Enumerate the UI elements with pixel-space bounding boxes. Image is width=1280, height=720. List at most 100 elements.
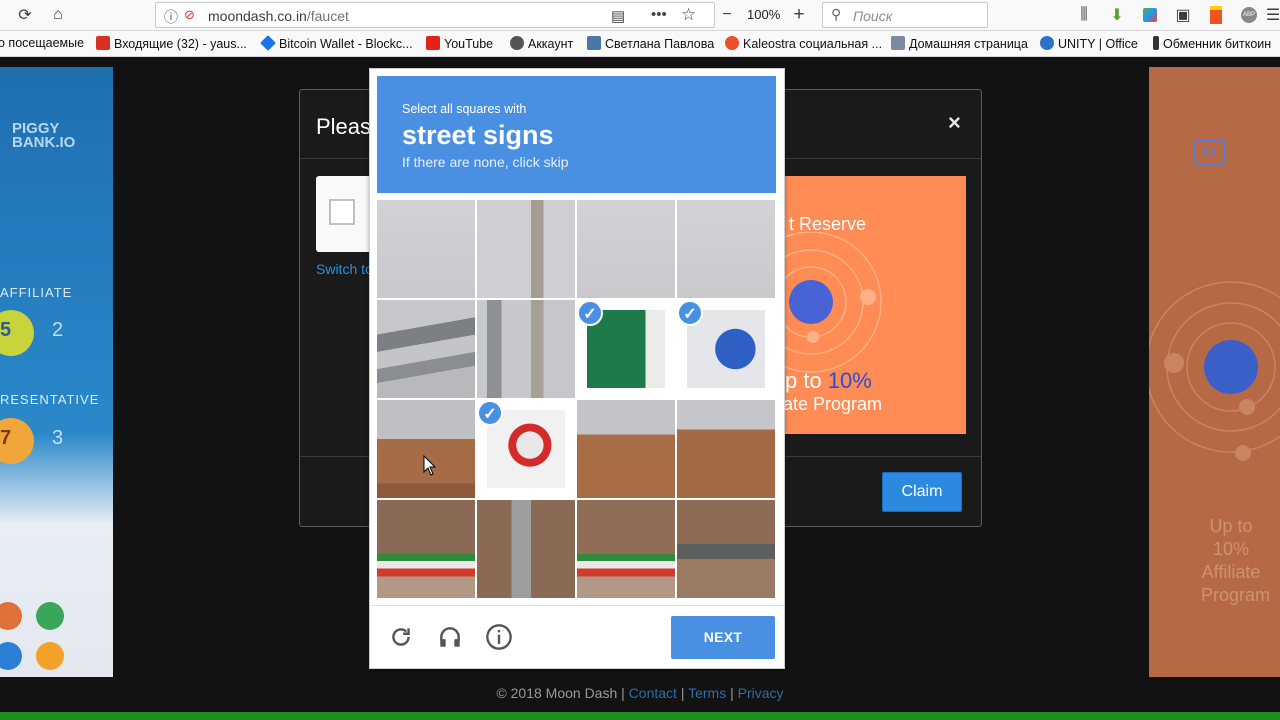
search-input[interactable]: ⚲ Поиск xyxy=(822,2,988,28)
search-placeholder: Поиск xyxy=(853,8,893,24)
tile-image xyxy=(577,500,675,598)
checkmark-icon: ✓ xyxy=(477,400,503,426)
extension-icon[interactable] xyxy=(1139,4,1161,26)
flag-icon[interactable] xyxy=(1205,4,1227,26)
bookmark-item[interactable]: Kaleostra социальная ... xyxy=(725,36,882,51)
image-grid: ✓ ✓ ✓ xyxy=(377,200,776,599)
ad-logo: PIGGY BANK.IO xyxy=(12,120,76,151)
page-actions-icon[interactable]: ••• xyxy=(651,6,667,23)
bookmark-item[interactable]: Аккаунт xyxy=(510,36,573,51)
next-button[interactable]: NEXT xyxy=(671,616,775,659)
representative-label: RESENTATIVE xyxy=(0,392,100,407)
affiliate-label: AFFILIATE xyxy=(0,285,73,300)
audio-icon[interactable] xyxy=(435,622,465,652)
menu-icon[interactable]: ☰ xyxy=(1262,4,1280,26)
reload-icon[interactable] xyxy=(386,622,416,652)
adblock-icon[interactable]: ABP xyxy=(1238,4,1260,26)
captcha-tile[interactable] xyxy=(677,200,775,298)
tile-image xyxy=(477,300,575,398)
ad-tagline: Up to 10% Affiliate Program xyxy=(1201,516,1271,605)
bookmark-item[interactable]: UNITY | Office xyxy=(1040,36,1138,51)
contact-link[interactable]: Contact xyxy=(629,685,677,701)
banner-upto: p to 10% xyxy=(785,368,872,393)
sidebar-icon[interactable]: ▣ xyxy=(1172,4,1194,26)
address-bar[interactable]: ⓘ ⊘ moondash.co.in/faucet ▤ ••• ☆ xyxy=(155,2,715,28)
instruction-text: Select all squares with xyxy=(402,102,527,116)
representative-value: 3 xyxy=(52,427,64,449)
terms-link[interactable]: Terms xyxy=(688,685,726,701)
challenge-header: Select all squares with street signs If … xyxy=(377,76,776,193)
bookmark-item[interactable]: YouTube xyxy=(426,36,493,51)
bookmarks-bar: о посещаемые Входящие (32) - yaus... Bit… xyxy=(0,31,1280,57)
target-object: street signs xyxy=(402,120,554,150)
close-icon[interactable]: × xyxy=(948,110,961,136)
taskbar xyxy=(0,712,1280,720)
info-icon[interactable] xyxy=(484,622,514,652)
bookmark-star-icon[interactable]: ☆ xyxy=(681,5,696,25)
home-icon[interactable]: ⌂ xyxy=(47,4,69,26)
bookmark-item[interactable]: Домашняя страница xyxy=(891,36,1028,51)
reload-icon[interactable]: ⟳ xyxy=(14,4,36,26)
blockchain-icon xyxy=(260,35,276,51)
captcha-tile[interactable]: ✓ xyxy=(477,400,575,498)
browser-toolbar: ⟳ ⌂ ⓘ ⊘ moondash.co.in/faucet ▤ ••• ☆ − … xyxy=(0,0,1280,31)
captcha-tile[interactable] xyxy=(477,300,575,398)
captcha-tile[interactable] xyxy=(377,500,475,598)
tile-image xyxy=(377,200,475,298)
zoom-in-icon[interactable]: + xyxy=(788,4,810,26)
captcha-tile[interactable]: ✓ xyxy=(577,300,675,398)
captcha-tile[interactable] xyxy=(377,200,475,298)
page-footer: © 2018 Moon Dash | Contact | Terms | Pri… xyxy=(496,685,784,701)
insecure-lock-icon: ⊘ xyxy=(184,7,195,22)
youtube-icon xyxy=(426,36,440,50)
captcha-tile[interactable] xyxy=(477,500,575,598)
ad-rings-graphic xyxy=(1149,281,1280,461)
mouse-cursor-icon xyxy=(423,455,437,476)
download-icon[interactable]: ⬇ xyxy=(1106,4,1128,26)
tile-image xyxy=(677,200,775,298)
bookmark-item[interactable]: Входящие (32) - yaus... xyxy=(96,36,247,51)
captcha-tile[interactable] xyxy=(577,400,675,498)
captcha-tile[interactable] xyxy=(377,400,475,498)
captcha-tile[interactable] xyxy=(677,500,775,598)
captcha-tile[interactable] xyxy=(477,200,575,298)
bitreserve-banner[interactable]: t Reserve p to 10% ate Program xyxy=(783,176,966,434)
unity-icon xyxy=(1040,36,1054,50)
checkmark-icon: ✓ xyxy=(577,300,603,326)
captcha-tile[interactable] xyxy=(577,500,675,598)
recaptcha-checkbox[interactable] xyxy=(329,199,355,225)
claim-button[interactable]: Claim xyxy=(882,472,962,512)
tile-image xyxy=(577,400,675,498)
switch-link[interactable]: Switch to xyxy=(316,261,373,277)
tile-image xyxy=(377,300,475,398)
bookmark-item[interactable]: Bitcoin Wallet - Blockc... xyxy=(260,35,413,51)
captcha-tile[interactable] xyxy=(677,400,775,498)
captcha-tile[interactable] xyxy=(377,300,475,398)
representative-value: 7 xyxy=(0,427,12,449)
tile-image xyxy=(577,200,675,298)
tile-image xyxy=(477,200,575,298)
reader-view-icon[interactable]: ▤ xyxy=(611,7,625,25)
zoom-level[interactable]: 100% xyxy=(747,7,780,22)
zoom-out-icon[interactable]: − xyxy=(716,4,738,26)
account-icon xyxy=(510,36,524,50)
bookmark-item[interactable]: о посещаемые xyxy=(0,36,84,50)
captcha-tile[interactable] xyxy=(577,200,675,298)
captcha-tile[interactable]: ✓ xyxy=(677,300,775,398)
home-page-icon xyxy=(891,36,905,50)
recaptcha-challenge: Select all squares with street signs If … xyxy=(369,68,785,669)
hint-text: If there are none, click skip xyxy=(402,154,569,170)
tile-image xyxy=(677,400,775,498)
gmail-icon xyxy=(96,36,110,50)
left-advertisement[interactable]: PIGGY BANK.IO AFFILIATE 5 2 RESENTATIVE … xyxy=(0,67,113,677)
banner-program: ate Program xyxy=(783,394,883,414)
privacy-link[interactable]: Privacy xyxy=(738,685,784,701)
bookmark-item[interactable]: Обменник биткоин xyxy=(1153,36,1271,51)
right-advertisement[interactable]: bit Up to 10% Affiliate Program xyxy=(1149,67,1280,677)
info-icon[interactable]: ⓘ xyxy=(164,7,178,27)
affiliate-value: 2 xyxy=(52,319,64,341)
library-icon[interactable]: ⫼ xyxy=(1073,4,1095,26)
kaleostra-icon xyxy=(725,36,739,50)
tile-image xyxy=(377,500,475,598)
bookmark-item[interactable]: Светлана Павлова xyxy=(587,36,714,51)
